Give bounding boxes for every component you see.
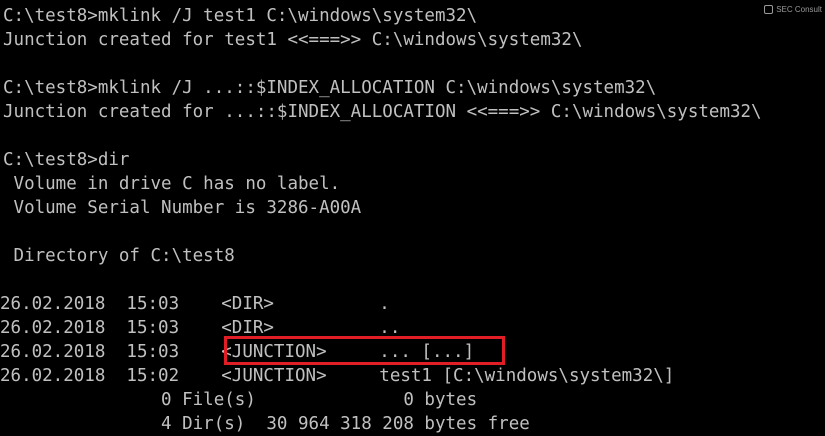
- junction-entry-test1: 26.02.2018 15:02 <JUNCTION> test1 [C:\wi…: [0, 366, 675, 386]
- console-window: C:\test8>mklink /J test1 C:\windows\syst…: [0, 0, 825, 436]
- output-junction-test1: Junction created for test1 <<===>> C:\wi…: [3, 30, 583, 50]
- junction-highlight-box: [224, 336, 505, 365]
- volume-serial-line: Volume Serial Number is 3286-A00A: [3, 198, 362, 218]
- command-mklink-index-alloc: C:\test8>mklink /J ...::$INDEX_ALLOCATIO…: [3, 78, 657, 98]
- dir-entry-current: 26.02.2018 15:03 <DIR> .: [0, 294, 390, 314]
- files-summary-line: 0 File(s) 0 bytes: [3, 390, 478, 410]
- command-dir: C:\test8>dir: [3, 150, 130, 170]
- command-mklink-test1: C:\test8>mklink /J test1 C:\windows\syst…: [3, 6, 478, 26]
- output-junction-index-alloc: Junction created for ...::$INDEX_ALLOCAT…: [3, 102, 762, 122]
- watermark: SEC Consult: [764, 2, 822, 16]
- dirs-summary-line: 4 Dir(s) 30 964 318 208 bytes free: [3, 414, 530, 434]
- directory-of-line: Directory of C:\test8: [3, 246, 235, 266]
- sec-consult-logo-icon: [764, 4, 774, 14]
- volume-label-line: Volume in drive C has no label.: [3, 174, 341, 194]
- watermark-text: SEC Consult: [776, 4, 822, 14]
